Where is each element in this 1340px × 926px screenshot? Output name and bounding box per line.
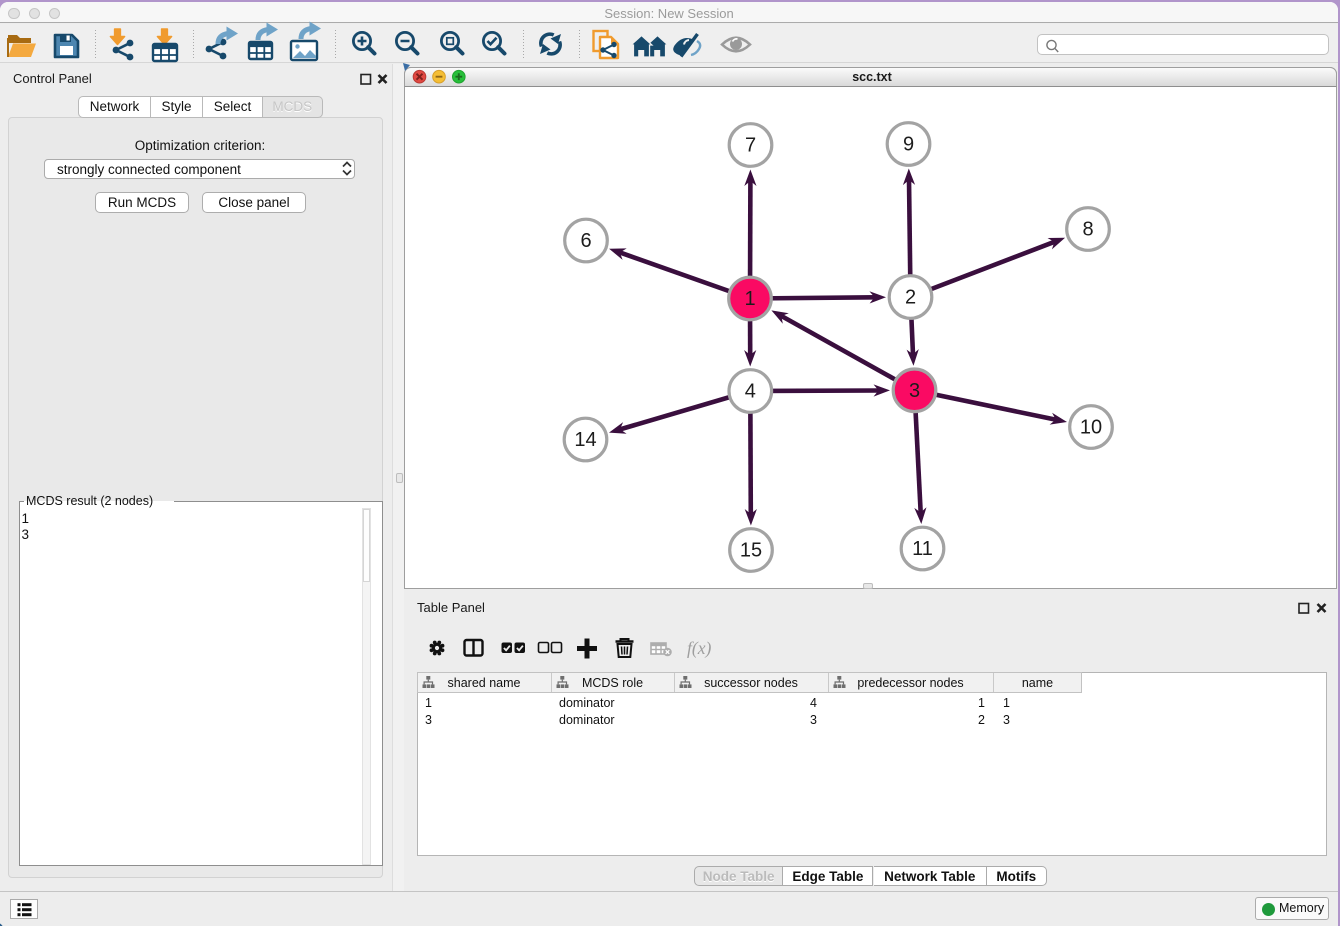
svg-text:10: 10: [1080, 417, 1102, 439]
svg-text:8: 8: [1082, 219, 1093, 241]
